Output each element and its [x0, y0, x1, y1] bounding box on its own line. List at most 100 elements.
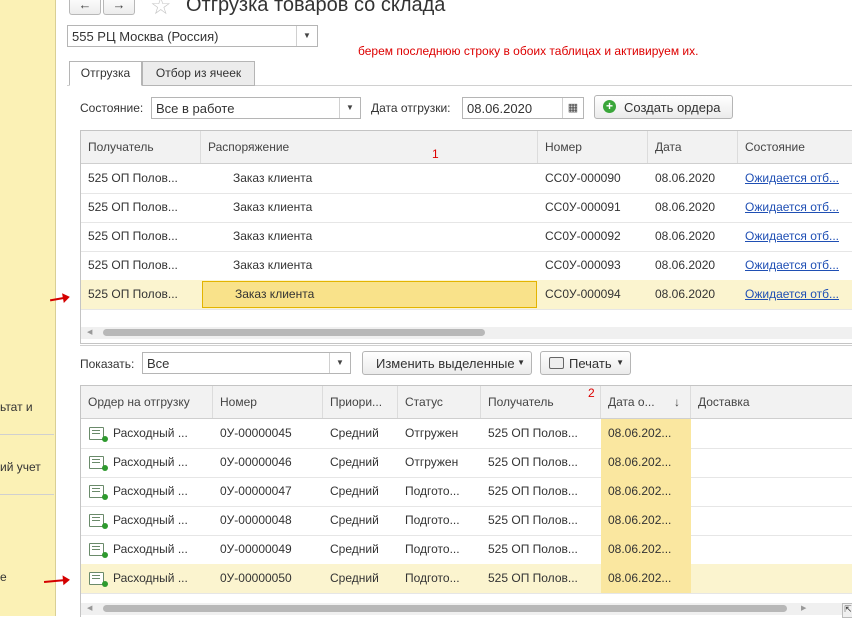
table-row[interactable]: Расходный ... 0У-00000047 Средний Подгото..…: [81, 477, 852, 507]
cell-date: 08.06.2020: [655, 171, 716, 185]
state-select[interactable]: Все в работе ▼: [151, 97, 361, 119]
cell-state[interactable]: Ожидается отб...: [738, 280, 852, 309]
column-header-recipient[interactable]: Получатель: [81, 131, 201, 163]
column-header-date[interactable]: Дата: [648, 131, 738, 163]
scrollbar-thumb[interactable]: [103, 329, 485, 336]
table-row[interactable]: 525 ОП Полов... Заказ клиента СС0У-000090 0…: [81, 164, 852, 194]
order-document-icon: [89, 572, 108, 587]
table-row[interactable]: Расходный ... 0У-00000049 Средний Подгото..…: [81, 535, 852, 565]
cell-number: 0У-00000050: [220, 571, 292, 585]
table-row[interactable]: 525 ОП Полов... Заказ клиента СС0У-000092 0…: [81, 222, 852, 252]
state-label: Состояние:: [80, 101, 144, 115]
cell-date: 08.06.2020: [655, 229, 716, 243]
scroll-left-icon[interactable]: ◀: [87, 604, 92, 612]
scrollbar-thumb[interactable]: [103, 605, 787, 612]
order-document-icon: [89, 514, 108, 529]
column-header-delivery[interactable]: Доставка: [691, 386, 852, 418]
warehouse-value: 555 РЦ Москва (Россия): [72, 29, 219, 44]
forward-button[interactable]: →: [103, 0, 135, 15]
scroll-right-icon[interactable]: ▶: [801, 604, 806, 612]
calendar-icon[interactable]: ▦: [562, 98, 583, 118]
cell-state[interactable]: Ожидается отб...: [738, 164, 852, 193]
column-header-state[interactable]: Состояние: [738, 131, 852, 163]
warehouse-select[interactable]: 555 РЦ Москва (Россия) ▼: [67, 25, 318, 47]
plus-circle-icon: +: [603, 100, 616, 113]
column-header-number[interactable]: Номер: [538, 131, 648, 163]
shipment-orders-table[interactable]: Ордер на отгрузку Номер Приори... Статус…: [80, 385, 852, 617]
column-header-number[interactable]: Номер: [213, 386, 323, 418]
show-label: Показать:: [80, 357, 135, 371]
cell-ship-date: 08.06.202...: [601, 477, 691, 506]
back-button[interactable]: ←: [69, 0, 101, 15]
cell-priority: Средний: [330, 542, 379, 556]
cell-number: СС0У-000090: [545, 171, 621, 185]
cell-state[interactable]: Ожидается отб...: [738, 222, 852, 251]
order-document-icon: [89, 543, 108, 558]
cell-number: 0У-00000048: [220, 513, 292, 527]
scroll-left-icon[interactable]: ◀: [87, 328, 92, 336]
table-row[interactable]: Расходный ... 0У-00000050 Средний Подгото..…: [81, 564, 852, 594]
sidebar-fragment[interactable]: е: [0, 570, 7, 584]
table-row[interactable]: 525 ОП Полов... Заказ клиента СС0У-000093 0…: [81, 251, 852, 281]
table-header: Ордер на отгрузку Номер Приори... Статус…: [81, 386, 852, 419]
cell-priority: Средний: [330, 513, 379, 527]
cell-priority: Средний: [330, 426, 379, 440]
date-field[interactable]: 08.06.2020 ▦: [462, 97, 584, 119]
cell-delivery: [691, 506, 852, 535]
print-button[interactable]: Печать ▼: [540, 351, 631, 375]
table-header: Получатель Распоряжение Номер Дата Состо…: [81, 131, 852, 164]
table-row[interactable]: Расходный ... 0У-00000046 Средний Отгружен 5…: [81, 448, 852, 478]
change-selected-button[interactable]: Изменить выделенные ▼: [362, 351, 532, 375]
chevron-down-icon[interactable]: ▼: [296, 26, 317, 46]
tab-shipment[interactable]: Отгрузка: [69, 61, 142, 86]
tab-cell-picking[interactable]: Отбор из ячеек: [142, 61, 255, 86]
create-orders-button[interactable]: + Создать ордера: [594, 95, 733, 119]
cell-recipient: 525 ОП Полов...: [488, 513, 578, 527]
column-header-priority[interactable]: Приори...: [323, 386, 398, 418]
date-label: Дата отгрузки:: [371, 101, 451, 115]
table-row[interactable]: 525 ОП Полов... Заказ клиента СС0У-000091 0…: [81, 193, 852, 223]
table-row[interactable]: 525 ОП Полов... Заказ клиента СС0У-000094 0…: [81, 280, 852, 310]
order-document-icon: [89, 485, 108, 500]
horizontal-scrollbar[interactable]: ◀ ▶: [81, 603, 852, 615]
cell-recipient: 525 ОП Полов...: [488, 542, 578, 556]
cell-recipient: 525 ОП Полов...: [88, 229, 178, 243]
column-header-order[interactable]: Распоряжение: [201, 131, 538, 163]
sidebar-fragment[interactable]: ий учет: [0, 460, 41, 474]
chevron-down-icon: ▼: [616, 358, 624, 367]
cell-order: Заказ клиента: [233, 229, 313, 243]
cell-order: Заказ клиента: [233, 171, 313, 185]
cell-state[interactable]: Ожидается отб...: [738, 251, 852, 280]
sort-descending-icon: ↓: [674, 395, 680, 409]
cell-ship-date: 08.06.202...: [601, 564, 691, 593]
column-header-status[interactable]: Статус: [398, 386, 481, 418]
column-header-shipment-order[interactable]: Ордер на отгрузку: [81, 386, 213, 418]
cell-priority: Средний: [330, 571, 379, 585]
horizontal-scrollbar[interactable]: ◀: [81, 327, 852, 339]
show-filter-select[interactable]: Все ▼: [142, 352, 351, 374]
print-label: Печать: [569, 356, 612, 371]
cell-recipient: 525 ОП Полов...: [488, 571, 578, 585]
cell-ship-date: 08.06.202...: [601, 419, 691, 448]
table-row[interactable]: Расходный ... 0У-00000048 Средний Подгото..…: [81, 506, 852, 536]
cell-delivery: [691, 477, 852, 506]
column-header-ship-date[interactable]: Дата о... ↓: [601, 386, 691, 418]
chevron-down-icon[interactable]: ▼: [339, 98, 360, 118]
cell-status: Отгружен: [405, 455, 459, 469]
column-header-recipient[interactable]: Получатель: [481, 386, 601, 418]
date-value: 08.06.2020: [467, 101, 533, 116]
cell-priority: Средний: [330, 484, 379, 498]
sidebar-fragment[interactable]: ьтат и: [0, 400, 33, 414]
annotation-label: 2: [588, 386, 595, 400]
cell-status: Подгото...: [405, 571, 460, 585]
cell-recipient: 525 ОП Полов...: [488, 455, 578, 469]
change-selected-label: Изменить выделенные: [376, 356, 515, 371]
state-value: Все в работе: [156, 101, 235, 116]
cell-number: 0У-00000049: [220, 542, 292, 556]
distribution-table[interactable]: Получатель Распоряжение Номер Дата Состо…: [80, 130, 852, 344]
cell-status: Подгото...: [405, 513, 460, 527]
table-row[interactable]: Расходный ... 0У-00000045 Средний Отгружен 5…: [81, 419, 852, 449]
chevron-down-icon[interactable]: ▼: [329, 353, 350, 373]
star-icon[interactable]: ☆: [150, 0, 172, 21]
cell-state[interactable]: Ожидается отб...: [738, 193, 852, 222]
